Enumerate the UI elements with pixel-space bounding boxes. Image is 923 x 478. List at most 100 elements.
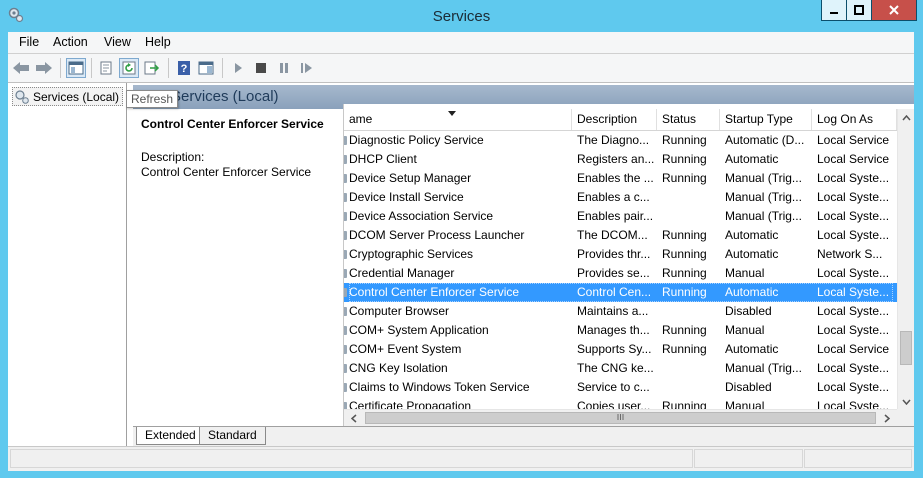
pause-service-button[interactable] bbox=[274, 58, 294, 78]
column-header-status[interactable]: Status bbox=[657, 109, 720, 130]
maximize-button[interactable] bbox=[846, 0, 872, 21]
table-row[interactable]: Device Install Service Enables a c... Manu… bbox=[344, 188, 897, 207]
refresh-button[interactable] bbox=[119, 58, 139, 78]
menu-help[interactable]: Help bbox=[145, 35, 171, 49]
scroll-up-button[interactable] bbox=[898, 109, 914, 126]
start-service-button[interactable] bbox=[228, 58, 248, 78]
stop-service-button[interactable] bbox=[251, 58, 271, 78]
cell-startup-type: Automatic bbox=[725, 342, 779, 356]
show-hide-console-tree-button[interactable] bbox=[66, 58, 86, 78]
toolbar: ? bbox=[8, 54, 914, 83]
cell-description: Provides se... bbox=[577, 266, 650, 280]
window-title: Services bbox=[432, 8, 491, 25]
cell-description: Supports Sy... bbox=[577, 342, 652, 356]
table-row[interactable]: COM+ System Application Manages th... Runn… bbox=[344, 321, 897, 340]
cell-startup-type: Automatic bbox=[725, 152, 779, 166]
tree-item-services-local[interactable]: Services (Local) bbox=[12, 87, 124, 106]
column-header-description[interactable]: Description bbox=[572, 109, 657, 130]
table-row[interactable]: Diagnostic Policy Service The Diagno... Ru… bbox=[344, 131, 897, 150]
cell-description: Registers an... bbox=[577, 152, 655, 166]
menu-action[interactable]: Action bbox=[53, 35, 88, 49]
menu-view[interactable]: View bbox=[104, 35, 131, 49]
table-row[interactable]: Cryptographic Services Provides thr... Run… bbox=[344, 245, 897, 264]
export-list-button[interactable] bbox=[142, 58, 162, 78]
back-button[interactable] bbox=[11, 58, 31, 78]
cell-name: Diagnostic Policy Service bbox=[349, 133, 484, 147]
scroll-down-button[interactable] bbox=[898, 393, 914, 410]
refresh-icon bbox=[122, 61, 136, 75]
help-button[interactable]: ? bbox=[174, 58, 194, 78]
forward-button[interactable] bbox=[34, 58, 54, 78]
refresh-tooltip: Refresh bbox=[126, 90, 179, 108]
cell-name: CNG Key Isolation bbox=[349, 361, 448, 375]
services-pane: Services (Local) Control Center Enforcer… bbox=[133, 83, 914, 446]
horizontal-scroll-thumb[interactable] bbox=[365, 412, 876, 424]
table-row[interactable]: Control Center Enforcer Service Control C… bbox=[344, 283, 897, 302]
cell-status: Running bbox=[662, 247, 707, 261]
column-header-name-label: ame bbox=[349, 112, 373, 126]
title-bar[interactable]: Services bbox=[0, 0, 923, 32]
properties-button[interactable] bbox=[96, 58, 116, 78]
cell-status: Running bbox=[662, 285, 707, 299]
back-arrow-icon bbox=[13, 62, 29, 74]
cell-name: Computer Browser bbox=[349, 304, 450, 318]
services-list[interactable]: ame Description Status Startup Type Log … bbox=[343, 104, 914, 426]
cell-name: Device Association Service bbox=[349, 209, 494, 223]
cell-name: Credential Manager bbox=[349, 266, 455, 280]
svg-text:?: ? bbox=[181, 63, 188, 75]
status-bar bbox=[8, 446, 914, 471]
cell-name: COM+ System Application bbox=[349, 323, 489, 337]
minimize-button[interactable] bbox=[821, 0, 847, 21]
table-row[interactable]: Device Setup Manager Enables the ... Runni… bbox=[344, 169, 897, 188]
cell-startup-type: Automatic (D... bbox=[725, 133, 805, 147]
status-cell-middle bbox=[694, 449, 803, 468]
cell-name: Cryptographic Services bbox=[349, 247, 474, 261]
chevron-down-icon bbox=[901, 399, 911, 405]
table-row[interactable]: Device Association Service Enables pair..… bbox=[344, 207, 897, 226]
column-header-log-on-as[interactable]: Log On As bbox=[812, 109, 897, 130]
scroll-left-button[interactable] bbox=[346, 410, 362, 427]
table-row[interactable]: COM+ Event System Supports Sy... Running Au… bbox=[344, 340, 897, 359]
column-header-startup-type[interactable]: Startup Type bbox=[720, 109, 812, 130]
description-text: Control Center Enforcer Service bbox=[141, 165, 312, 179]
services-gear-icon bbox=[15, 89, 29, 104]
cell-description: The CNG ke... bbox=[577, 361, 654, 375]
table-row[interactable]: Claims to Windows Token Service Service t… bbox=[344, 378, 897, 397]
cell-status: Running bbox=[662, 171, 707, 185]
horizontal-scrollbar[interactable] bbox=[344, 409, 897, 426]
show-action-pane-button[interactable] bbox=[196, 58, 216, 78]
chevron-right-icon bbox=[884, 414, 890, 423]
cell-name: DCOM Server Process Launcher bbox=[349, 228, 525, 242]
restart-service-button[interactable] bbox=[297, 58, 317, 78]
forward-arrow-icon bbox=[36, 62, 52, 74]
cell-name: Control Center Enforcer Service bbox=[349, 285, 520, 299]
cell-log-on-as: Local Syste... bbox=[817, 380, 890, 394]
close-button[interactable] bbox=[871, 0, 917, 21]
table-row[interactable]: CNG Key Isolation The CNG ke... Manual (Tr… bbox=[344, 359, 897, 378]
table-row[interactable]: Credential Manager Provides se... Running M… bbox=[344, 264, 897, 283]
cell-description: Service to c... bbox=[577, 380, 650, 394]
menu-file[interactable]: File bbox=[19, 35, 39, 49]
help-icon: ? bbox=[178, 61, 190, 75]
table-row[interactable]: Computer Browser Maintains a... Disabled Lo… bbox=[344, 302, 897, 321]
cell-startup-type: Manual (Trig... bbox=[725, 361, 802, 375]
column-header-name[interactable]: ame bbox=[344, 109, 572, 130]
tab-standard[interactable]: Standard bbox=[199, 427, 266, 445]
cell-status bbox=[657, 188, 720, 207]
vertical-scroll-thumb[interactable] bbox=[900, 331, 912, 365]
cell-status: Running bbox=[662, 228, 707, 242]
cell-log-on-as: Network S... bbox=[817, 247, 883, 261]
console-tree-icon bbox=[68, 61, 84, 75]
vertical-scrollbar[interactable] bbox=[897, 109, 914, 410]
cell-status: Running bbox=[662, 342, 707, 356]
cell-log-on-as: Local Service bbox=[817, 133, 890, 147]
scroll-right-button[interactable] bbox=[879, 410, 895, 427]
cell-status: Running bbox=[662, 133, 707, 147]
table-row[interactable]: DCOM Server Process Launcher The DCOM... R… bbox=[344, 226, 897, 245]
cell-description: Maintains a... bbox=[577, 304, 649, 318]
table-row[interactable]: DHCP Client Registers an... Running Automat… bbox=[344, 150, 897, 169]
selected-service-name: Control Center Enforcer Service bbox=[141, 117, 324, 131]
action-pane-icon bbox=[198, 61, 214, 75]
console-tree: Services (Local) bbox=[8, 83, 127, 446]
tab-extended[interactable]: Extended bbox=[136, 427, 205, 445]
